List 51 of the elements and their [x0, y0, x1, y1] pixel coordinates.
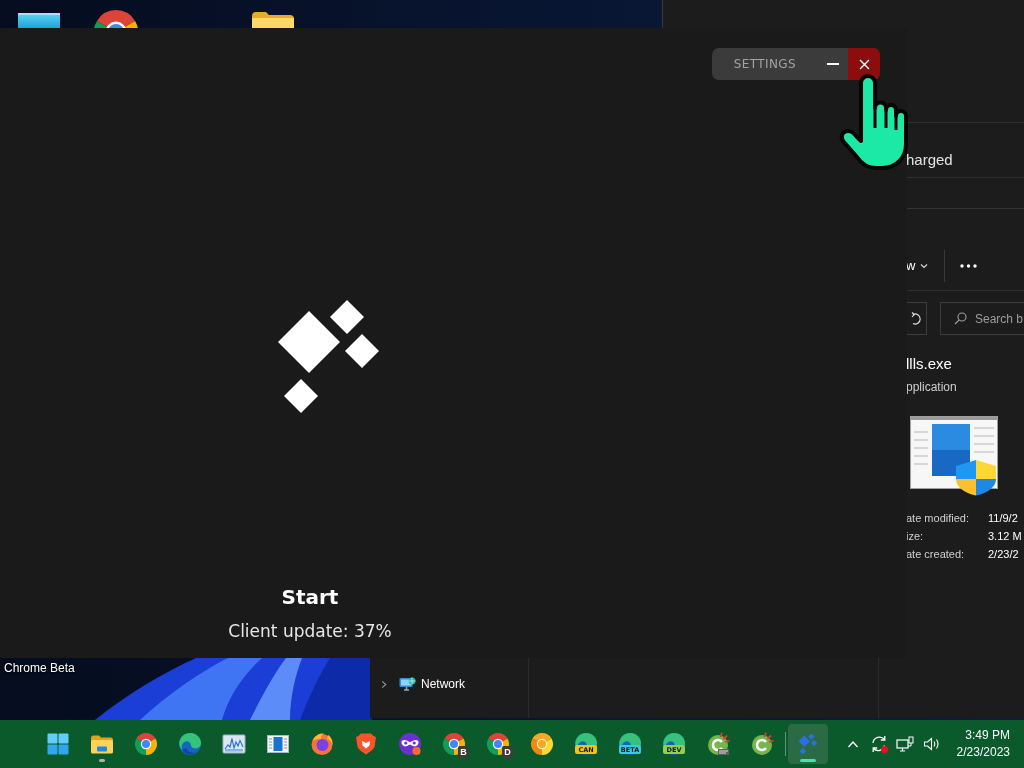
sync-icon[interactable]	[869, 734, 889, 754]
taskbar-button[interactable]	[788, 724, 828, 764]
info-text: harged	[906, 150, 953, 170]
mask-icon	[398, 732, 422, 756]
detail-label: ate created:	[906, 547, 965, 562]
detail-label: ize:	[906, 529, 924, 544]
file-type: pplication	[906, 379, 957, 395]
taskbar-button[interactable]: D	[478, 724, 518, 764]
clock-time: 3:49 PM	[965, 727, 1010, 744]
app-window-icon	[910, 416, 998, 496]
c-ring-icon	[750, 732, 774, 756]
close-icon	[858, 58, 870, 70]
browser-icon	[178, 732, 202, 756]
window-icon	[266, 732, 290, 756]
taskbar-button[interactable]: B	[434, 724, 474, 764]
fox-globe-icon	[310, 732, 334, 756]
detail-value: 2/23/2	[988, 547, 1019, 562]
volume-icon[interactable]	[922, 737, 940, 751]
nav-item[interactable]: Network	[380, 674, 465, 694]
chart-window-icon	[222, 732, 246, 756]
detail-value: 11/9/2	[988, 511, 1018, 526]
search-field[interactable]: Search b	[975, 311, 1024, 326]
network-icon[interactable]	[896, 736, 914, 752]
browser-icon	[134, 732, 158, 756]
detail-label: ate modified:	[906, 511, 969, 526]
folder-icon[interactable]	[252, 12, 294, 28]
clock-date: 2/23/2023	[956, 744, 1010, 761]
file-name: llls.exe	[906, 354, 952, 374]
detail-value: 3.12 M	[988, 529, 1022, 544]
status-text: Client update: 37%	[228, 620, 392, 643]
four-squares-icon	[46, 732, 70, 756]
version-tag: B	[458, 746, 469, 758]
version-tag: D	[502, 746, 513, 758]
title-text: Start	[281, 584, 339, 611]
close-button[interactable]	[848, 48, 880, 80]
network-icon	[399, 676, 416, 692]
search-icon	[954, 312, 967, 325]
icon-label: Chrome Beta	[4, 661, 75, 675]
diamonds-icon	[796, 732, 820, 756]
chevron-down-icon	[920, 263, 929, 269]
tile-icon[interactable]	[18, 13, 60, 28]
settings-button[interactable]: SETTINGS	[711, 48, 818, 80]
refresh-icon	[911, 311, 921, 326]
browser-icon	[486, 732, 510, 756]
lion-shield-icon	[354, 732, 378, 756]
minimize-icon	[827, 63, 839, 65]
chevron-up-icon[interactable]	[847, 740, 859, 748]
c-ring-icon	[706, 732, 730, 756]
more-icon	[960, 264, 978, 268]
browser-icon	[530, 732, 554, 756]
browser-icon	[442, 732, 466, 756]
